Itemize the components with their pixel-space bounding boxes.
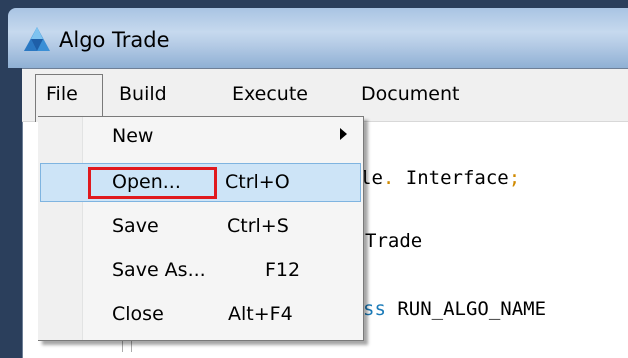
code-token: Trade xyxy=(365,230,423,252)
annotation-highlight-box xyxy=(88,167,217,199)
menu-item-shortcut: Ctrl+S xyxy=(227,215,289,237)
menu-item-label: New xyxy=(112,125,154,147)
menu-item-new[interactable]: New xyxy=(40,118,361,156)
code-semicolon: ; xyxy=(508,167,521,189)
algo-trade-app-icon xyxy=(24,27,50,51)
code-dot: . xyxy=(382,167,395,189)
title-bar[interactable]: Algo Trade xyxy=(8,8,628,68)
code-line-2: Trade xyxy=(365,230,422,252)
submenu-arrow-icon xyxy=(340,128,347,140)
menu-item-close[interactable]: Close Alt+F4 xyxy=(40,296,361,334)
code-line-3: ss RUN_ALGO_NAME xyxy=(363,298,546,320)
menu-item-label: Save As... xyxy=(112,259,206,281)
menu-bar xyxy=(22,68,628,122)
menu-file[interactable]: File xyxy=(46,83,78,105)
menu-item-label: Save xyxy=(112,215,159,237)
menu-item-shortcut: Ctrl+O xyxy=(225,171,290,193)
menu-execute[interactable]: Execute xyxy=(232,83,308,105)
code-token: Interface xyxy=(405,167,509,189)
code-line-1: le. Interface; xyxy=(360,167,520,189)
menu-item-save[interactable]: Save Ctrl+S xyxy=(40,208,361,246)
menu-build[interactable]: Build xyxy=(119,83,167,105)
menu-item-shortcut: Alt+F4 xyxy=(228,303,293,325)
menu-item-shortcut: F12 xyxy=(265,259,301,281)
menu-document[interactable]: Document xyxy=(361,83,459,105)
code-token: RUN_ALGO_NAME xyxy=(397,298,547,320)
fold-marker xyxy=(122,340,132,352)
window-title: Algo Trade xyxy=(59,28,170,52)
menu-item-label: Close xyxy=(112,303,164,325)
code-keyword: ss xyxy=(363,298,386,320)
menu-item-save-as[interactable]: Save As... F12 xyxy=(40,252,361,290)
